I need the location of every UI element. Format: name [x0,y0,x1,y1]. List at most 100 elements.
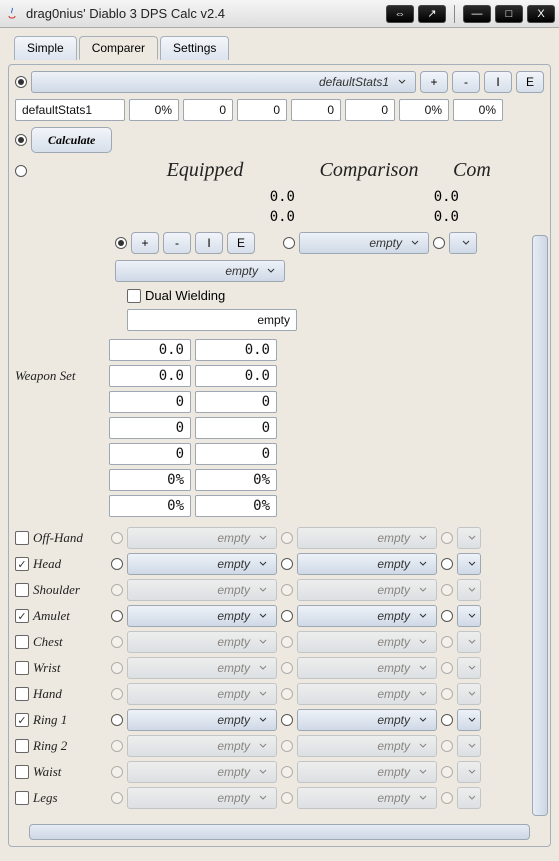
header-radio[interactable] [15,165,27,177]
w-r6b[interactable] [195,469,277,491]
slot-eq-combo[interactable]: empty [127,709,277,731]
w-r2a[interactable] [109,365,191,387]
main-panel: defaultStats1 + - I E Calculate Equipp [8,64,551,847]
chevron-down-icon [416,635,430,649]
w-r1b[interactable] [195,339,277,361]
eq-radio[interactable] [115,237,127,249]
profile-name-input[interactable] [15,99,125,121]
profile-e-button[interactable]: E [516,71,544,93]
profile-i-button[interactable]: I [484,71,512,93]
scroll-vertical[interactable] [532,235,548,816]
w-r1a[interactable] [109,339,191,361]
slot-c2-radio [441,766,453,778]
eq-combo-row: empty [115,260,544,282]
profile-combo[interactable]: defaultStats1 [31,71,416,93]
eq-i-button[interactable]: I [195,232,223,254]
w-r3b[interactable] [195,391,277,413]
weapon-block: Weapon Set [15,337,544,519]
eq-e-button[interactable]: E [227,232,255,254]
stat-input-7[interactable] [453,99,503,121]
slot-c2-radio [441,792,453,804]
comparison-header: Comparison [289,159,449,182]
cmp2-radio[interactable] [433,237,445,249]
slot-row: Shoulderemptyempty [15,577,544,603]
scroll-horizontal[interactable] [29,824,530,840]
slot-c1-value: empty [377,635,410,649]
win-btn-a1[interactable]: ⇔ [386,5,414,23]
slot-label: Head [33,556,107,572]
slot-checkbox[interactable] [15,583,29,597]
calculate-radio[interactable] [15,134,27,146]
slot-eq-combo: empty [127,761,277,783]
slot-row: Ring 1emptyempty [15,707,544,733]
equipped-toolbar: + - I E empty [115,232,544,254]
slot-checkbox[interactable] [15,739,29,753]
slot-checkbox[interactable] [15,765,29,779]
w-r2b[interactable] [195,365,277,387]
profile-radio[interactable] [15,76,27,88]
cmp-radio[interactable] [283,237,295,249]
slot-c1-radio[interactable] [281,714,293,726]
stat-input-1[interactable] [129,99,179,121]
slot-c2-combo[interactable] [457,709,481,731]
slot-checkbox[interactable] [15,635,29,649]
slot-eq-radio[interactable] [111,714,123,726]
slot-checkbox[interactable] [15,661,29,675]
cmp2-combo[interactable] [449,232,477,254]
slot-checkbox[interactable] [15,713,29,727]
slot-eq-combo[interactable]: empty [127,553,277,575]
minimize-button[interactable]: — [463,5,491,23]
slot-checkbox[interactable] [15,791,29,805]
slot-checkbox[interactable] [15,557,29,571]
tab-settings[interactable]: Settings [160,36,229,60]
w-r7b[interactable] [195,495,277,517]
chevron-down-icon [395,75,409,89]
calculate-button[interactable]: Calculate [31,127,112,153]
slot-c2-radio[interactable] [441,610,453,622]
slot-checkbox[interactable] [15,687,29,701]
eq-plus-button[interactable]: + [131,232,159,254]
win-btn-a2[interactable]: ↗ [418,5,446,23]
close-button[interactable]: X [527,5,555,23]
slot-c2-combo[interactable] [457,605,481,627]
stat-input-3[interactable] [237,99,287,121]
stat-input-5[interactable] [345,99,395,121]
weapon-name-input[interactable] [127,309,297,331]
eq-item-combo-value: empty [225,264,258,278]
maximize-button[interactable]: □ [495,5,523,23]
w-r5a[interactable] [109,443,191,465]
slot-c2-radio[interactable] [441,558,453,570]
slot-c2-combo[interactable] [457,553,481,575]
slot-eq-radio[interactable] [111,558,123,570]
slot-c2-radio[interactable] [441,714,453,726]
stat-input-4[interactable] [291,99,341,121]
w-r4a[interactable] [109,417,191,439]
eq-item-combo[interactable]: empty [115,260,285,282]
slot-c1-combo: empty [297,527,437,549]
w-r5b[interactable] [195,443,277,465]
cmp-combo[interactable]: empty [299,232,429,254]
stat-input-2[interactable] [183,99,233,121]
slot-eq-radio[interactable] [111,610,123,622]
w-r7a[interactable] [109,495,191,517]
tab-comparer[interactable]: Comparer [79,36,158,60]
slot-c1-combo[interactable]: empty [297,709,437,731]
slot-checkbox[interactable] [15,609,29,623]
profile-minus-button[interactable]: - [452,71,480,93]
slot-checkbox[interactable] [15,531,29,545]
slot-eq-combo[interactable]: empty [127,605,277,627]
slot-c1-radio[interactable] [281,558,293,570]
w-r3a[interactable] [109,391,191,413]
dual-wielding-checkbox[interactable] [127,289,141,303]
cmp-combo-value: empty [369,236,402,250]
eq-minus-button[interactable]: - [163,232,191,254]
tab-simple[interactable]: Simple [14,36,77,60]
w-r4b[interactable] [195,417,277,439]
slot-c1-radio[interactable] [281,610,293,622]
w-r6a[interactable] [109,469,191,491]
slot-c1-combo[interactable]: empty [297,605,437,627]
stat-input-6[interactable] [399,99,449,121]
slot-c1-combo[interactable]: empty [297,553,437,575]
eq-total-b: 0.0 [125,209,295,225]
profile-plus-button[interactable]: + [420,71,448,93]
